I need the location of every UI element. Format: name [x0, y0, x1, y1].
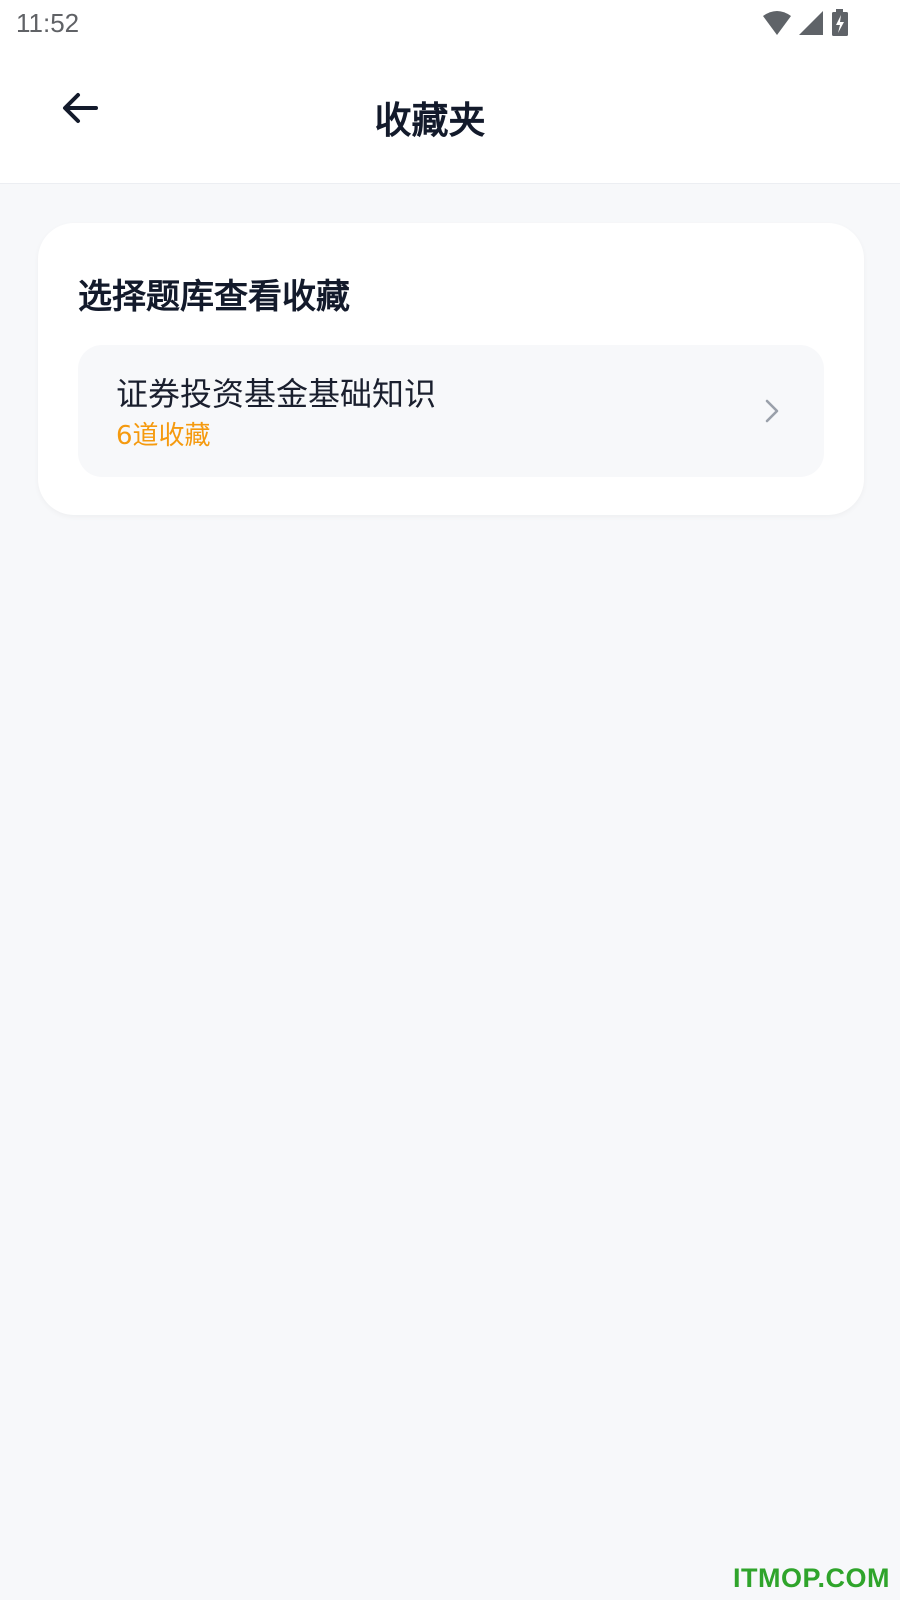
page-title: 收藏夹 [374, 99, 486, 142]
watermark: ITMOP.COM [732, 1563, 890, 1593]
nav-bar: 收藏夹 [0, 50, 900, 184]
battery-charging-icon [832, 9, 848, 36]
question-bank-name: 证券投资基金基础知识 [116, 375, 437, 413]
status-icons [762, 9, 850, 37]
favorite-count: 6道收藏 [116, 421, 211, 451]
wifi-icon [763, 11, 791, 35]
card-title: 选择题库查看收藏 [78, 277, 350, 317]
signal-icon [799, 11, 823, 35]
question-bank-card: 选择题库查看收藏 证券投资基金基础知识 6道收藏 [38, 223, 864, 515]
status-time: 11:52 [16, 8, 80, 38]
question-bank-item[interactable]: 证券投资基金基础知识 6道收藏 [78, 345, 824, 477]
status-bar: 11:52 [0, 0, 900, 50]
chevron-right-icon [765, 399, 779, 423]
